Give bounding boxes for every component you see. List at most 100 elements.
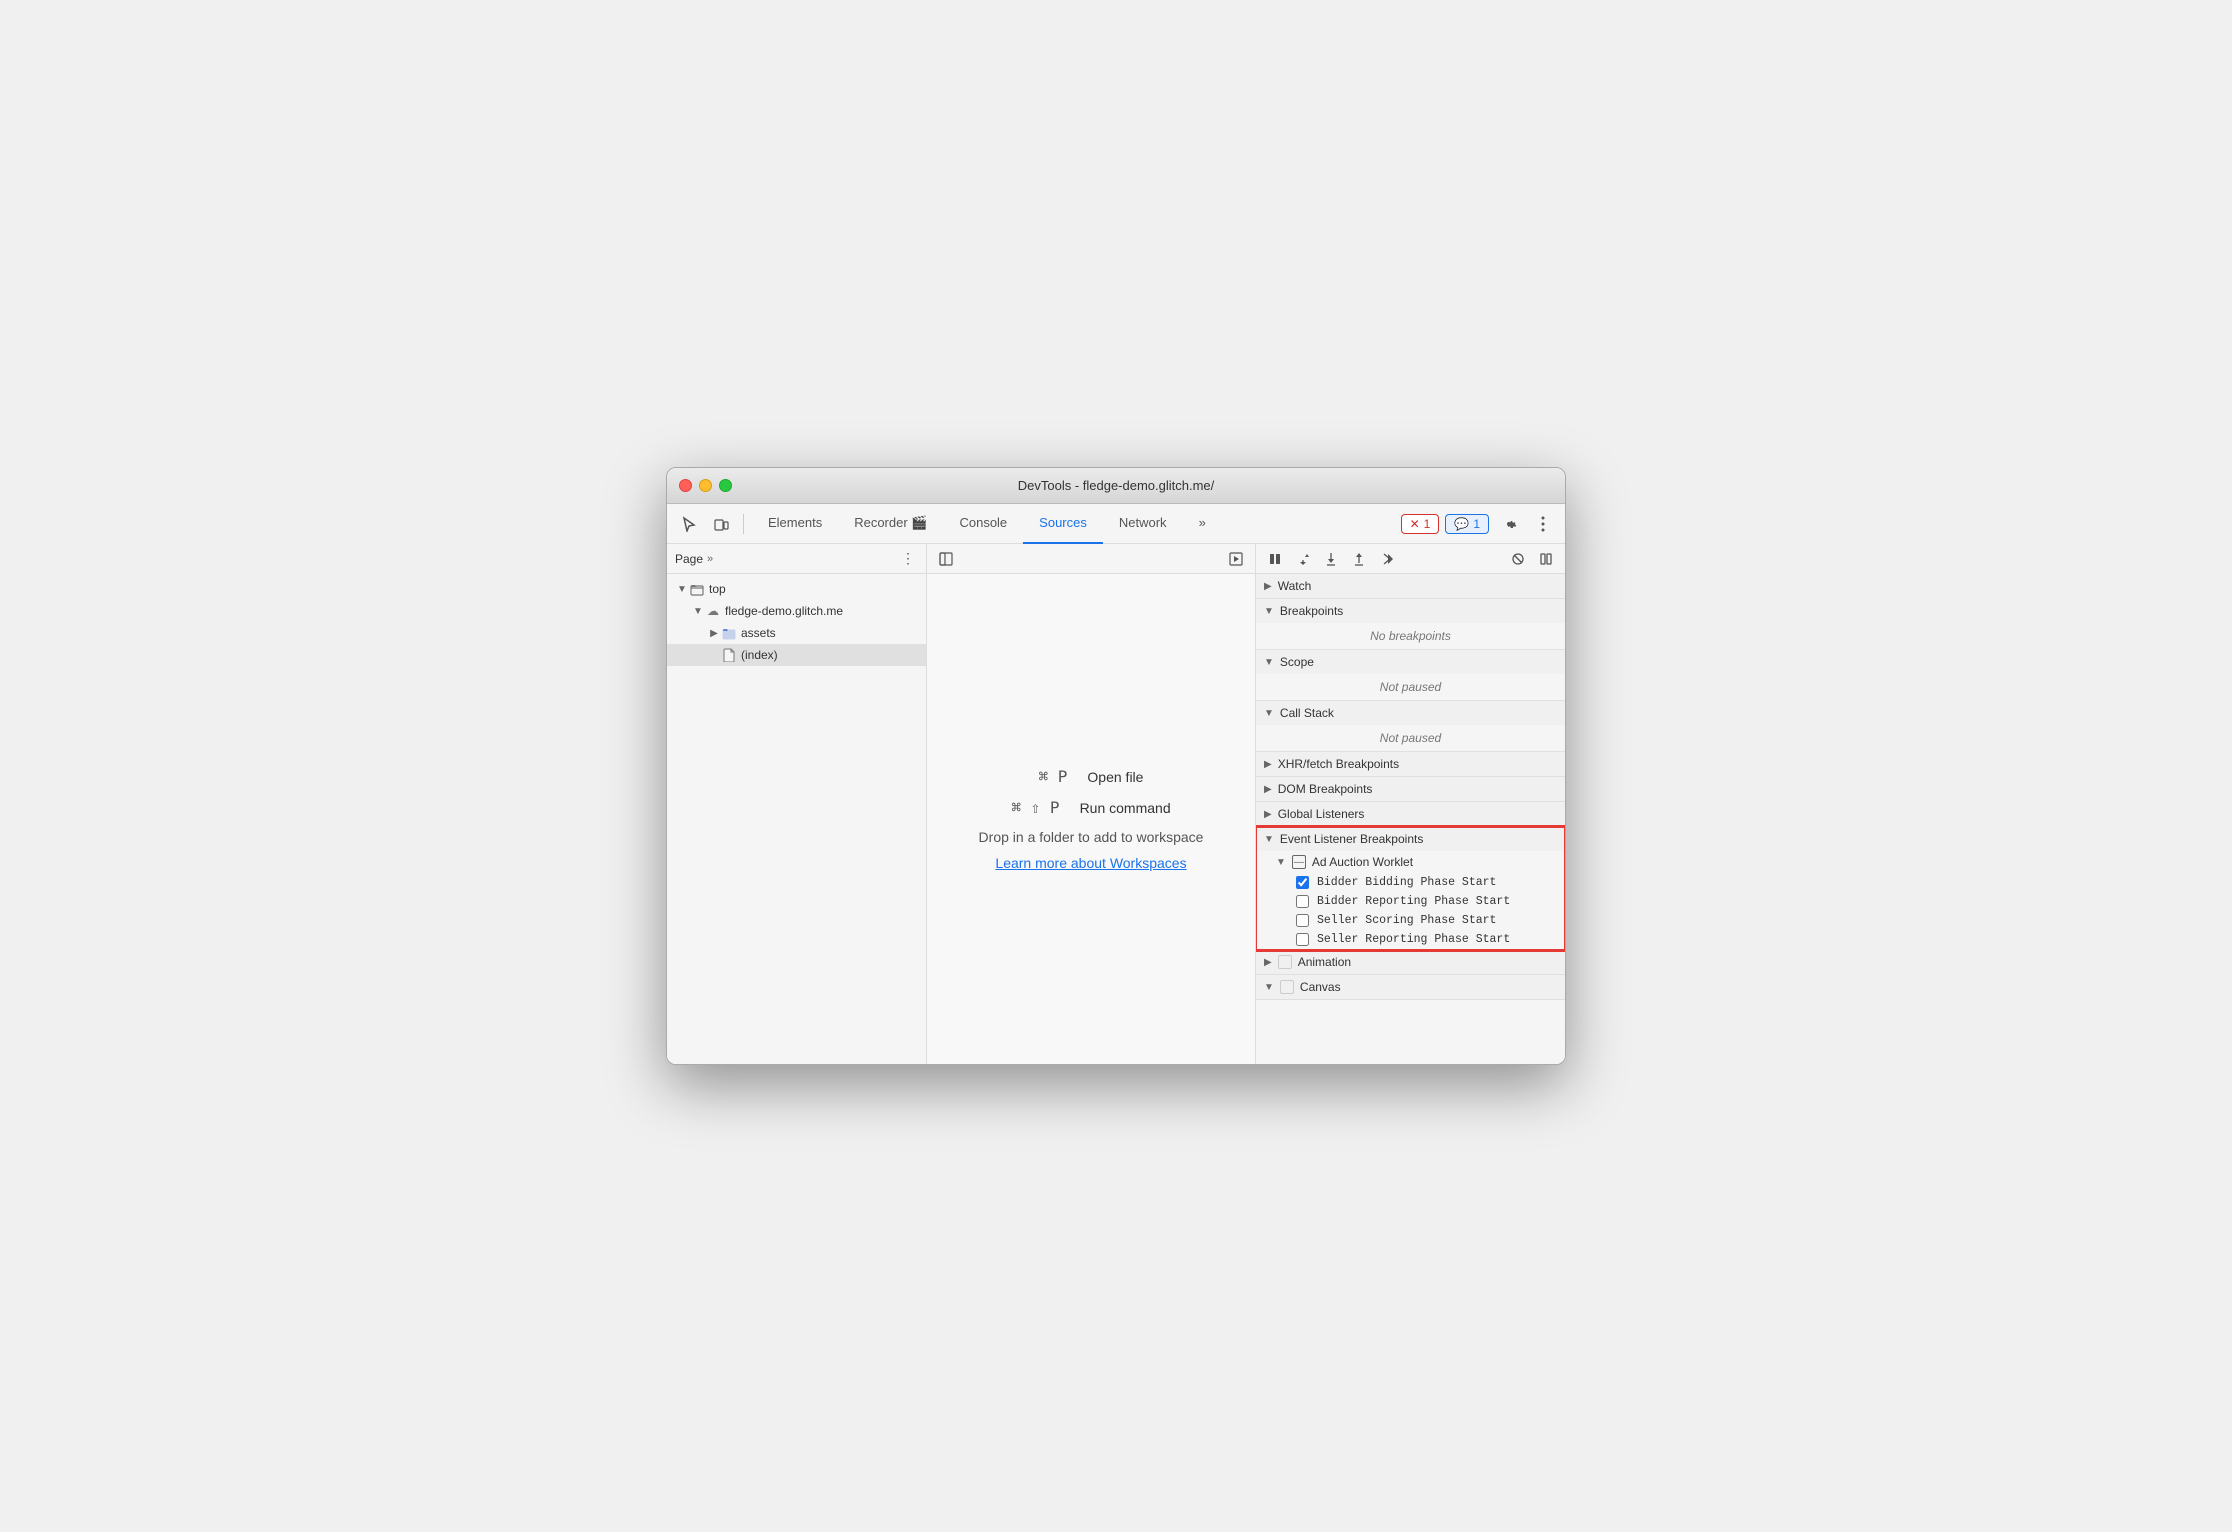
device-toggle-button[interactable] bbox=[707, 510, 735, 538]
section-animation-label: Animation bbox=[1298, 955, 1351, 969]
checkbox-row-bidder-reporting: Bidder Reporting Phase Start bbox=[1256, 892, 1565, 911]
checkbox-row-seller-scoring: Seller Scoring Phase Start bbox=[1256, 911, 1565, 930]
checkbox-bidder-reporting[interactable] bbox=[1296, 895, 1309, 908]
section-call-stack-header[interactable]: ▼ Call Stack bbox=[1256, 701, 1565, 725]
cloud-icon: ☁ bbox=[705, 603, 721, 619]
tab-recorder[interactable]: Recorder 🎬 bbox=[838, 504, 943, 544]
dom-arrow-icon: ▶ bbox=[1264, 784, 1272, 795]
tab-bar: Elements Recorder 🎬 Console Sources Netw… bbox=[752, 504, 1397, 544]
tree-label-domain: fledge-demo.glitch.me bbox=[725, 604, 843, 618]
tree-item-assets[interactable]: ▶ assets bbox=[667, 622, 926, 644]
tree-item-index[interactable]: (index) bbox=[667, 644, 926, 666]
section-scope-header[interactable]: ▼ Scope bbox=[1256, 650, 1565, 674]
main-toolbar: Elements Recorder 🎬 Console Sources Netw… bbox=[667, 504, 1565, 544]
section-global-listeners-header[interactable]: ▶ Global Listeners bbox=[1256, 802, 1565, 826]
sidebar-toggle-button[interactable] bbox=[935, 548, 957, 570]
breakpoints-body: No breakpoints bbox=[1256, 623, 1565, 649]
step-over-button[interactable] bbox=[1292, 548, 1314, 570]
section-breakpoints-header[interactable]: ▼ Breakpoints bbox=[1256, 599, 1565, 623]
section-xhr-header[interactable]: ▶ XHR/fetch Breakpoints bbox=[1256, 752, 1565, 776]
scope-body: Not paused bbox=[1256, 674, 1565, 700]
devtools-container: Elements Recorder 🎬 Console Sources Netw… bbox=[667, 504, 1565, 1064]
scope-arrow-icon: ▼ bbox=[1264, 657, 1274, 668]
middle-panel: ⌘ P Open file ⌘ ⇧ P Run command Drop in … bbox=[927, 544, 1255, 1064]
checkbox-label-bidder-reporting: Bidder Reporting Phase Start bbox=[1317, 895, 1510, 908]
checkbox-seller-reporting[interactable] bbox=[1296, 933, 1309, 946]
pause-button[interactable] bbox=[1264, 548, 1286, 570]
checkbox-bidder-bidding[interactable] bbox=[1296, 876, 1309, 889]
settings-button[interactable] bbox=[1495, 510, 1523, 538]
section-scope: ▼ Scope Not paused bbox=[1256, 650, 1565, 701]
sub-section-ad-auction-header[interactable]: ▼ — Ad Auction Worklet bbox=[1256, 851, 1565, 873]
tree-label-assets: assets bbox=[741, 626, 776, 640]
step-out-button[interactable] bbox=[1348, 548, 1370, 570]
section-breakpoints: ▼ Breakpoints No breakpoints bbox=[1256, 599, 1565, 650]
minimize-button[interactable] bbox=[699, 479, 712, 492]
call-stack-body: Not paused bbox=[1256, 725, 1565, 751]
tab-elements[interactable]: Elements bbox=[752, 504, 838, 544]
tab-sources[interactable]: Sources bbox=[1023, 504, 1103, 544]
section-dom-header[interactable]: ▶ DOM Breakpoints bbox=[1256, 777, 1565, 801]
tab-more[interactable]: » bbox=[1183, 504, 1222, 544]
drop-text: Drop in a folder to add to workspace bbox=[979, 829, 1204, 845]
shortcut-key-run: ⌘ ⇧ P bbox=[1011, 798, 1059, 817]
section-watch: ▶ Watch bbox=[1256, 574, 1565, 599]
checkbox-seller-scoring[interactable] bbox=[1296, 914, 1309, 927]
more-panels-icon[interactable]: » bbox=[707, 553, 713, 565]
section-animation: ▶ Animation bbox=[1256, 950, 1565, 975]
pause-exceptions-button[interactable] bbox=[1535, 548, 1557, 570]
checkbox-label-bidder-bidding: Bidder Bidding Phase Start bbox=[1317, 876, 1496, 889]
tree-item-top[interactable]: ▼ top bbox=[667, 578, 926, 600]
section-event-listener-header[interactable]: ▼ Event Listener Breakpoints bbox=[1256, 827, 1565, 851]
window-title: DevTools - fledge-demo.glitch.me/ bbox=[1018, 478, 1215, 493]
step-button[interactable] bbox=[1376, 548, 1398, 570]
tree-label-top: top bbox=[709, 582, 726, 596]
panel-menu-button[interactable]: ⋮ bbox=[898, 549, 918, 569]
tree-item-domain[interactable]: ▼ ☁ fledge-demo.glitch.me bbox=[667, 600, 926, 622]
tree-arrow-domain: ▼ bbox=[691, 604, 705, 618]
close-button[interactable] bbox=[679, 479, 692, 492]
section-xhr: ▶ XHR/fetch Breakpoints bbox=[1256, 752, 1565, 777]
run-button[interactable] bbox=[1225, 548, 1247, 570]
more-options-button[interactable] bbox=[1529, 510, 1557, 538]
section-global-listeners: ▶ Global Listeners bbox=[1256, 802, 1565, 827]
section-breakpoints-label: Breakpoints bbox=[1280, 604, 1343, 618]
checkbox-label-seller-scoring: Seller Scoring Phase Start bbox=[1317, 914, 1496, 927]
tab-network[interactable]: Network bbox=[1103, 504, 1183, 544]
error-badge-button[interactable]: ✕ 1 bbox=[1401, 514, 1440, 534]
tree-arrow-assets: ▶ bbox=[707, 626, 721, 640]
animation-checkbox[interactable] bbox=[1278, 955, 1292, 969]
animation-arrow-icon: ▶ bbox=[1264, 957, 1272, 968]
section-watch-header[interactable]: ▶ Watch bbox=[1256, 574, 1565, 598]
canvas-checkbox[interactable] bbox=[1280, 980, 1294, 994]
maximize-button[interactable] bbox=[719, 479, 732, 492]
checkbox-row-bidder-bidding: Bidder Bidding Phase Start bbox=[1256, 873, 1565, 892]
page-label: Page bbox=[675, 552, 703, 566]
pointer-tool-button[interactable] bbox=[675, 510, 703, 538]
tab-console[interactable]: Console bbox=[943, 504, 1023, 544]
global-listeners-arrow-icon: ▶ bbox=[1264, 809, 1272, 820]
devtools-window: DevTools - fledge-demo.glitch.me/ Elemen… bbox=[666, 467, 1566, 1065]
deactivate-breakpoints-button[interactable] bbox=[1507, 548, 1529, 570]
shortcut-label-open: Open file bbox=[1087, 769, 1143, 785]
section-watch-label: Watch bbox=[1278, 579, 1312, 593]
middle-toolbar bbox=[927, 544, 1255, 574]
step-into-button[interactable] bbox=[1320, 548, 1342, 570]
debug-toolbar bbox=[1256, 544, 1565, 574]
workspace-link[interactable]: Learn more about Workspaces bbox=[995, 855, 1186, 871]
section-scope-label: Scope bbox=[1280, 655, 1314, 669]
info-icon: 💬 bbox=[1454, 517, 1469, 531]
section-animation-header[interactable]: ▶ Animation bbox=[1256, 950, 1565, 974]
section-dom-label: DOM Breakpoints bbox=[1278, 782, 1373, 796]
tree-arrow-top: ▼ bbox=[675, 582, 689, 596]
section-global-listeners-label: Global Listeners bbox=[1278, 807, 1365, 821]
section-canvas-header[interactable]: ▼ Canvas bbox=[1256, 975, 1565, 999]
section-dom: ▶ DOM Breakpoints bbox=[1256, 777, 1565, 802]
tree-label-index: (index) bbox=[741, 648, 778, 662]
ad-auction-arrow-icon: ▼ bbox=[1276, 857, 1286, 868]
traffic-lights bbox=[679, 479, 732, 492]
sub-section-ad-auction: ▼ — Ad Auction Worklet Bidder Bidding Ph… bbox=[1256, 851, 1565, 949]
minus-icon: — bbox=[1292, 855, 1306, 869]
titlebar: DevTools - fledge-demo.glitch.me/ bbox=[667, 468, 1565, 504]
info-badge-button[interactable]: 💬 1 bbox=[1445, 514, 1489, 534]
